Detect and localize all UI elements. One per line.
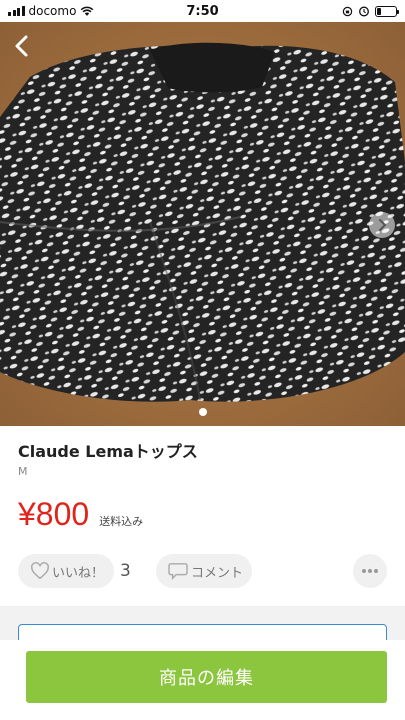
product-photo-garment	[0, 22, 405, 426]
product-title: Claude Lemaトップス	[18, 442, 198, 461]
alarm-icon	[359, 6, 369, 17]
carrier-name: docomo	[28, 4, 77, 18]
product-image[interactable]	[0, 22, 405, 426]
battery-icon	[375, 5, 399, 17]
pagination-dot-active	[198, 408, 207, 416]
signal-icon	[8, 6, 25, 16]
rotation-lock-icon	[342, 6, 353, 16]
shipping-note: 送料込み	[99, 515, 144, 528]
status-bar: docomo 7:50	[0, 0, 405, 22]
heart-icon	[31, 562, 49, 580]
back-arrow-icon	[15, 35, 28, 57]
price-row: ¥800 送料込み	[18, 496, 143, 533]
product-size: M	[18, 465, 28, 478]
like-label: いいね！	[52, 565, 105, 581]
product-price: ¥800	[18, 496, 90, 532]
back-button[interactable]	[8, 32, 36, 60]
image-pagination	[0, 408, 405, 416]
edit-item-button[interactable]: 商品の編集	[26, 651, 387, 703]
next-arrow-icon	[379, 219, 387, 231]
action-row: いいね！ 3 コメント	[18, 554, 387, 590]
wifi-icon	[81, 6, 94, 16]
more-dots-icon	[362, 569, 378, 573]
comment-button[interactable]: コメント	[156, 554, 252, 588]
like-count: 3	[120, 561, 131, 581]
like-button[interactable]: いいね！	[18, 554, 114, 588]
more-options-button[interactable]	[353, 554, 387, 588]
comment-bubble-icon	[168, 563, 188, 580]
comment-label: コメント	[191, 565, 244, 581]
next-image-button[interactable]	[369, 212, 395, 238]
